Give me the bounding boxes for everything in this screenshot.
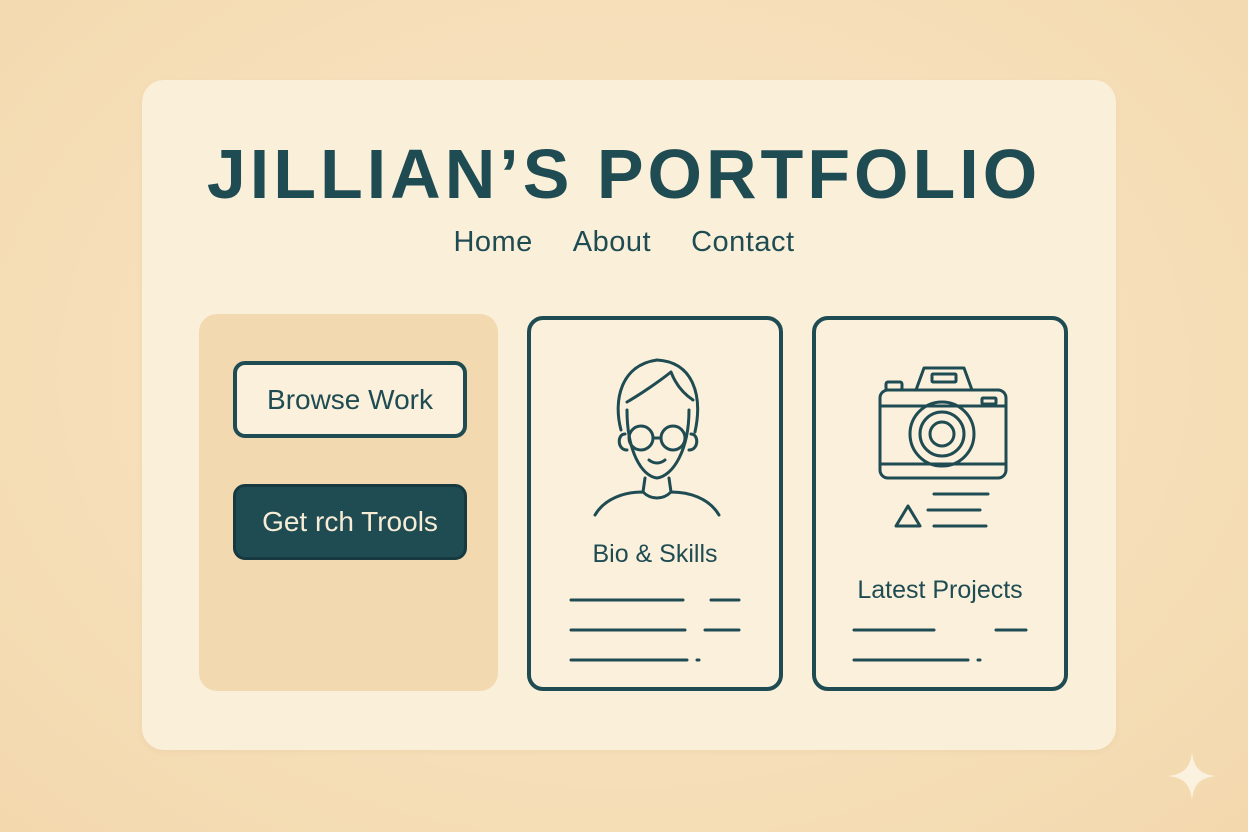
- tools-button[interactable]: Get rch Trools: [233, 484, 467, 560]
- latest-projects-label: Latest Projects: [857, 576, 1023, 604]
- text-lines-placeholder: [569, 598, 741, 662]
- main-nav: Home About Contact: [0, 226, 1248, 259]
- nav-home-link[interactable]: Home: [453, 226, 532, 259]
- person-with-glasses-icon: [593, 358, 721, 517]
- text-lines-placeholder: [852, 628, 1028, 662]
- bio-skills-label: Bio & Skills: [592, 540, 718, 568]
- sparkle-icon: [1168, 752, 1216, 800]
- page-title: JILLIAN’S PORTFOLIO: [206, 135, 1042, 213]
- latest-projects-card[interactable]: Latest Projects: [812, 316, 1068, 691]
- nav-contact-link[interactable]: Contact: [691, 226, 794, 259]
- nav-about-link[interactable]: About: [573, 226, 651, 259]
- bio-skills-card[interactable]: Bio & Skills: [527, 316, 783, 691]
- page-canvas: JILLIAN’S PORTFOLIO Home About Contact B…: [0, 0, 1248, 832]
- browse-work-button[interactable]: Browse Work: [233, 361, 467, 438]
- camera-icon: [878, 366, 1008, 528]
